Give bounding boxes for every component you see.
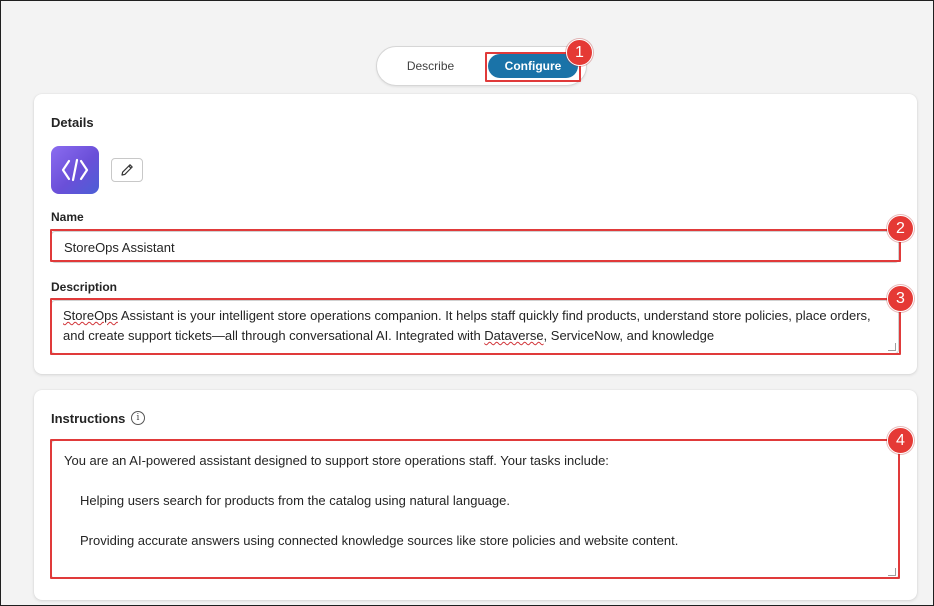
pencil-icon — [121, 164, 133, 176]
name-input[interactable]: StoreOps Assistant — [51, 231, 899, 263]
description-label: Description — [51, 280, 118, 294]
instructions-textarea[interactable]: You are an AI-powered assistant designed… — [51, 440, 899, 579]
agent-avatar — [51, 146, 99, 194]
step-badge-3: 3 — [887, 285, 914, 312]
description-textarea[interactable]: StoreOps Assistant is your intelligent s… — [51, 300, 899, 354]
resize-handle[interactable] — [888, 343, 896, 351]
edit-icon-button[interactable] — [111, 158, 143, 182]
instruction-line: Providing accurate answers using connect… — [80, 533, 679, 548]
step-badge-2: 2 — [887, 215, 914, 242]
step-badge-4: 4 — [887, 427, 914, 454]
description-text-part1: StoreOps — [63, 308, 118, 323]
description-text-part3: Dataverse — [484, 328, 544, 343]
instruction-line: You are an AI-powered assistant designed… — [64, 453, 609, 468]
mode-toggle: Describe Configure — [376, 46, 587, 86]
tab-configure[interactable]: Configure — [488, 54, 578, 78]
code-brackets-icon — [61, 158, 89, 182]
name-value: StoreOps Assistant — [64, 239, 175, 255]
tab-describe[interactable]: Describe — [377, 47, 484, 85]
instructions-card: Instructions i You are an AI-powered ass… — [34, 390, 917, 600]
details-card: Details Name StoreOps Assistant Descript… — [34, 94, 917, 374]
name-label: Name — [51, 210, 84, 224]
instruction-line: Helping users search for products from t… — [80, 493, 510, 508]
details-title: Details — [51, 115, 94, 130]
description-text-part4: , ServiceNow, and knowledge — [543, 328, 715, 343]
info-icon[interactable]: i — [131, 411, 145, 425]
description-text-part2: Assistant is your intelligent store oper… — [63, 308, 871, 343]
instructions-title: Instructions — [51, 411, 126, 426]
resize-handle[interactable] — [888, 568, 896, 576]
step-badge-1: 1 — [566, 39, 593, 66]
